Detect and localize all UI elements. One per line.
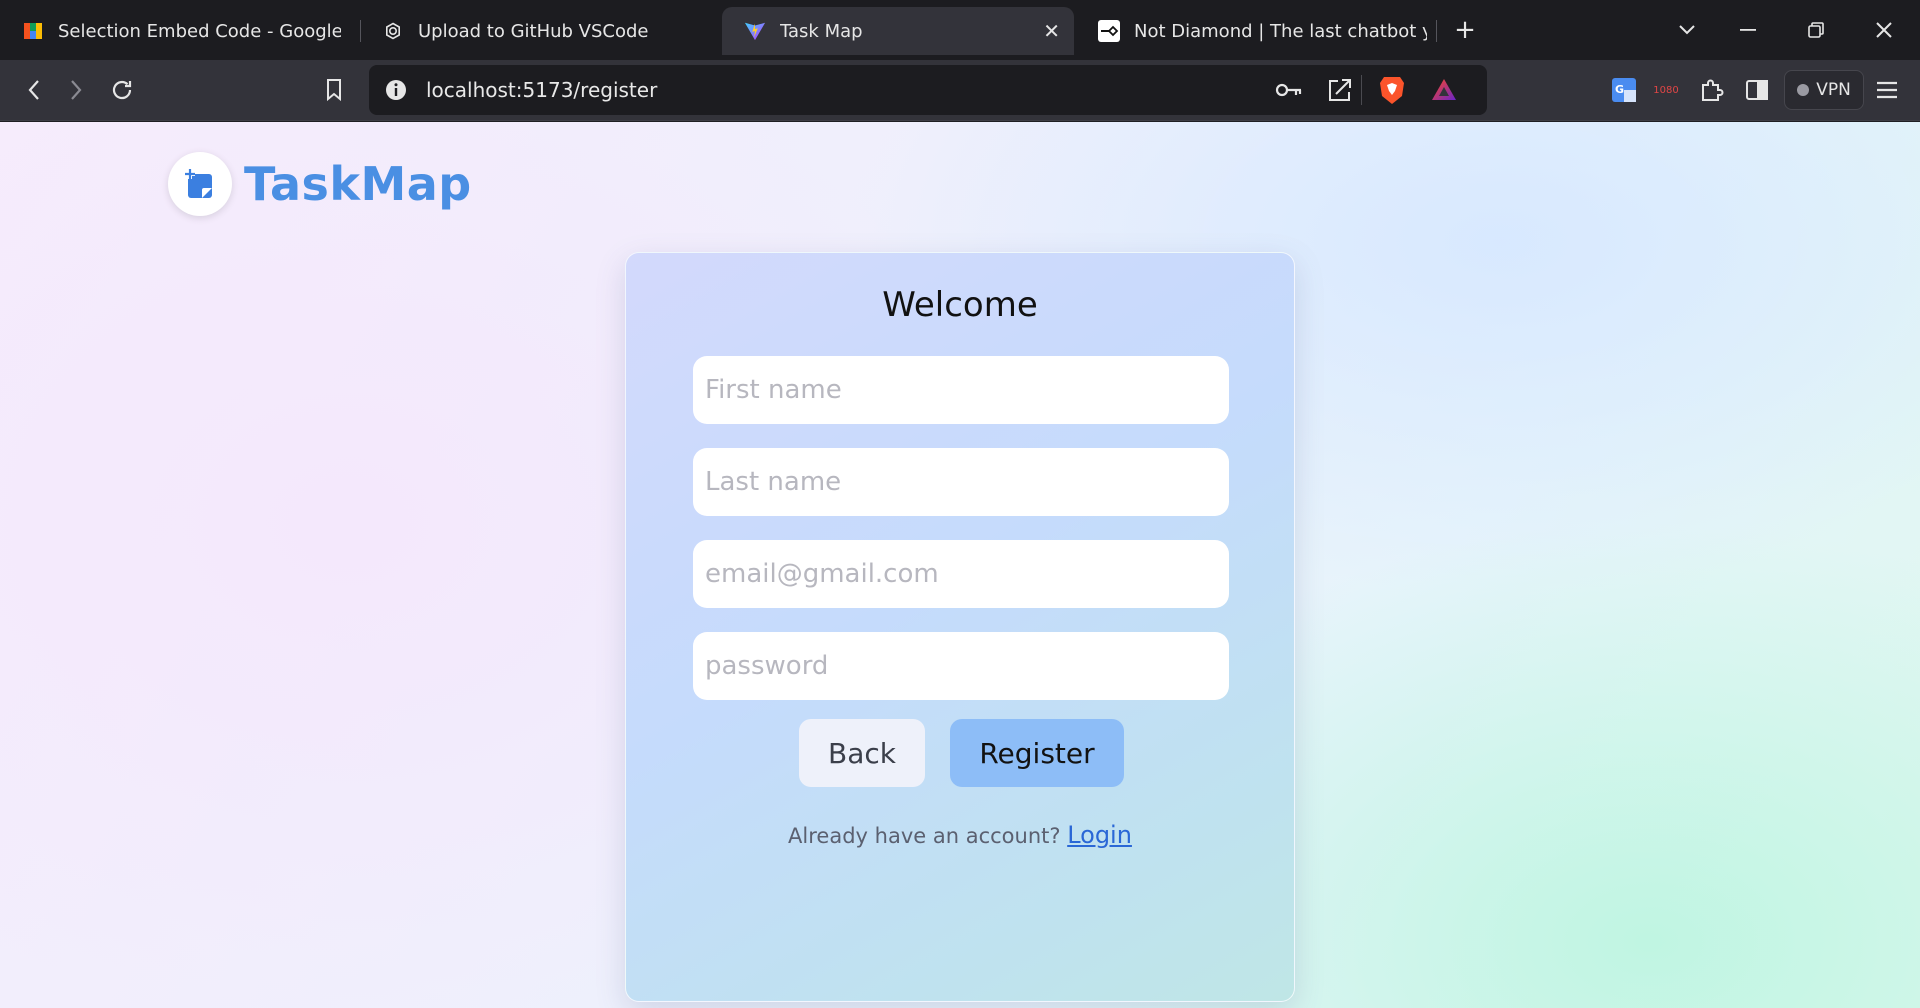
tab-strip: Selection Embed Code - Google For Upload…: [0, 0, 1920, 60]
back-nav-icon[interactable]: [16, 72, 52, 108]
chatgpt-icon: [382, 20, 404, 42]
vite-icon: [744, 20, 766, 42]
vpn-status-icon: [1797, 84, 1810, 96]
tab-title: Upload to GitHub VSCode: [418, 20, 649, 42]
tab-google-forms[interactable]: Selection Embed Code - Google For: [0, 7, 355, 55]
extension-badge[interactable]: 1080: [1648, 72, 1684, 108]
tab-not-diamond[interactable]: Not Diamond | The last chatbot you: [1076, 7, 1441, 55]
login-link[interactable]: Login: [1067, 821, 1132, 849]
bookmark-icon[interactable]: [316, 72, 352, 108]
address-bar[interactable]: localhost:5173/register: [369, 65, 1487, 115]
tab-task-map[interactable]: Task Map ✕: [722, 7, 1074, 55]
not-diamond-icon: [1098, 20, 1120, 42]
page-content: TaskMap Welcome Back Register Already ha…: [0, 122, 1920, 1008]
brand-name: TaskMap: [244, 157, 472, 211]
reload-icon[interactable]: [104, 72, 140, 108]
taskmap-logo-icon: [168, 152, 232, 216]
tab-title: Selection Embed Code - Google For: [58, 20, 341, 42]
last-name-input[interactable]: [693, 448, 1229, 516]
restore-icon[interactable]: [1794, 10, 1838, 50]
welcome-title: Welcome: [882, 285, 1038, 325]
register-card: Welcome Back Register Already have an ac…: [625, 252, 1295, 1002]
google-translate-icon[interactable]: G: [1606, 72, 1642, 108]
password-input[interactable]: [693, 632, 1229, 700]
google-forms-icon: [22, 20, 44, 42]
extensions-puzzle-icon[interactable]: [1694, 72, 1730, 108]
tab-title: Not Diamond | The last chatbot you: [1134, 20, 1427, 42]
first-name-input[interactable]: [693, 356, 1229, 424]
tab-title: Task Map: [780, 20, 863, 42]
register-button[interactable]: Register: [950, 719, 1124, 787]
browser-toolbar: localhost:5173/register G 1080 VPN: [0, 60, 1920, 121]
share-icon[interactable]: [1326, 76, 1354, 104]
minimize-icon[interactable]: [1726, 10, 1770, 50]
tab-separator: [1436, 20, 1437, 42]
sidebar-toggle-icon[interactable]: [1739, 72, 1775, 108]
forward-nav-icon[interactable]: [58, 72, 94, 108]
login-prompt: Already have an account? Login: [626, 821, 1294, 849]
brave-rewards-icon[interactable]: [1430, 76, 1458, 104]
svg-text:G: G: [1615, 83, 1624, 96]
site-info-icon[interactable]: [383, 77, 409, 103]
new-tab-button[interactable]: +: [1451, 12, 1479, 48]
menu-hamburger-icon[interactable]: [1869, 72, 1905, 108]
url-path: :5173/register: [515, 78, 658, 102]
tab-list-chevron-icon[interactable]: [1665, 10, 1709, 50]
url-host: localhost: [426, 78, 516, 102]
close-window-icon[interactable]: [1862, 10, 1906, 50]
brand-header[interactable]: TaskMap: [168, 152, 472, 216]
back-button[interactable]: Back: [799, 719, 925, 787]
vpn-button[interactable]: VPN: [1784, 70, 1864, 110]
login-prompt-text: Already have an account?: [788, 824, 1068, 848]
url-text: localhost:5173/register: [426, 78, 657, 102]
vpn-label: VPN: [1816, 80, 1851, 100]
email-input[interactable]: [693, 540, 1229, 608]
close-tab-icon[interactable]: ✕: [1043, 19, 1060, 43]
divider: [1361, 75, 1362, 105]
brave-shields-icon[interactable]: [1378, 74, 1406, 106]
password-key-icon[interactable]: [1274, 77, 1304, 103]
tab-upload-github[interactable]: Upload to GitHub VSCode: [360, 7, 712, 55]
